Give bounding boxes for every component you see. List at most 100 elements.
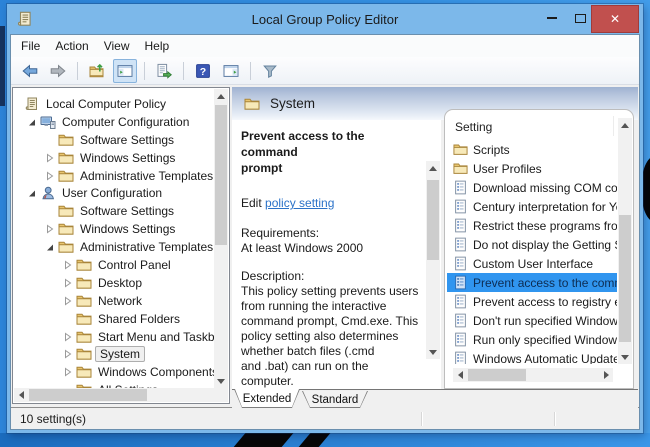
action-pane-icon [223, 63, 239, 79]
minimize-button[interactable] [541, 4, 563, 32]
tree-item-windows-settings[interactable]: Windows Settings [14, 149, 214, 167]
scroll-down-button[interactable] [618, 350, 632, 364]
list-item-user-profiles[interactable]: User Profiles [447, 159, 617, 178]
list-item-restrict-these-programs[interactable]: Restrict these programs from being launc… [447, 216, 617, 235]
show-action-pane-button[interactable] [219, 59, 243, 83]
user-icon [40, 185, 56, 201]
expander-collapsed-icon[interactable] [60, 332, 76, 342]
scroll-right-button[interactable] [599, 368, 613, 382]
menu-view[interactable]: View [104, 39, 130, 53]
scrollbar-thumb[interactable] [468, 369, 526, 381]
scrollbar-thumb[interactable] [215, 105, 227, 245]
tree-item-software-settings[interactable]: Software Settings [14, 202, 214, 220]
list-item-century-interpretation[interactable]: Century interpretation for Year 2000 [447, 197, 617, 216]
list-item-dont-run-specified[interactable]: Don't run specified Windows applications [447, 311, 617, 330]
scroll-down-button[interactable] [214, 374, 228, 388]
list-item-windows-automatic-updates[interactable]: Windows Automatic Updates [447, 349, 617, 364]
arrow-down-icon [217, 378, 225, 384]
maximize-button[interactable] [569, 4, 591, 32]
folder-icon [58, 203, 74, 219]
extended-description-pane: Prevent access to the command prompt Edi… [232, 120, 426, 389]
menu-help[interactable]: Help [145, 39, 170, 53]
filter-button[interactable] [258, 59, 282, 83]
scroll-down-button[interactable] [426, 345, 440, 359]
tree-item-windows-components[interactable]: Windows Components [14, 363, 214, 381]
list-item-label: Run only specified Windows applications [473, 332, 617, 347]
list-item-download-missing-com[interactable]: Download missing COM components [447, 178, 617, 197]
list-item-custom-user-interface[interactable]: Custom User Interface [447, 254, 617, 273]
menu-file[interactable]: File [21, 39, 40, 53]
description-label: Description: [241, 269, 305, 283]
list-item-do-not-display-getting-started[interactable]: Do not display the Getting Started welco… [447, 235, 617, 254]
list-vertical-scrollbar[interactable] [618, 118, 632, 364]
desktop-shape [0, 26, 5, 106]
tab-extended[interactable]: Extended [234, 389, 300, 408]
tree-item-start-menu-and-taskbar[interactable]: Start Menu and Taskbar [14, 328, 214, 346]
back-button[interactable] [18, 59, 42, 83]
list-item-prevent-access-registry[interactable]: Prevent access to registry editing tools [447, 292, 617, 311]
tree-item-desktop[interactable]: Desktop [14, 274, 214, 292]
expander-collapsed-icon[interactable] [42, 153, 58, 163]
folder-icon [76, 257, 92, 273]
scroll-up-button[interactable] [214, 89, 228, 103]
list-horizontal-scrollbar[interactable] [453, 368, 613, 382]
setting-icon [453, 351, 468, 364]
tree-item-label: Desktop [98, 275, 143, 290]
expander-expanded-icon[interactable] [42, 242, 58, 252]
expander-collapsed-icon[interactable] [60, 278, 76, 288]
filter-icon [262, 63, 278, 79]
forward-button[interactable] [46, 59, 70, 83]
toolbar-separator [250, 61, 251, 80]
export-list-button[interactable] [152, 59, 176, 83]
scroll-up-button[interactable] [618, 118, 632, 132]
menu-action[interactable]: Action [55, 39, 88, 53]
tree-item-software-settings[interactable]: Software Settings [14, 131, 214, 149]
expander-collapsed-icon[interactable] [42, 171, 58, 181]
scroll-left-button[interactable] [453, 368, 467, 382]
folder-icon [58, 221, 74, 237]
expander-collapsed-icon[interactable] [42, 224, 58, 234]
tree-vertical-scrollbar[interactable] [214, 89, 228, 388]
tree-item-computer-configuration[interactable]: Computer Configuration [14, 113, 214, 131]
expander-collapsed-icon[interactable] [60, 260, 76, 270]
menu-bar: File Action View Help [11, 35, 639, 57]
title-bar[interactable]: Local Group Policy Editor ✕ [7, 4, 643, 34]
tree-item-local-computer-policy[interactable]: Local Computer Policy [14, 95, 214, 113]
scrollbar-thumb[interactable] [619, 215, 631, 342]
tree-item-control-panel[interactable]: Control Panel [14, 256, 214, 274]
column-header-setting[interactable]: Setting [455, 116, 492, 138]
tab-standard[interactable]: Standard [302, 391, 368, 408]
tree-horizontal-scrollbar[interactable] [14, 388, 228, 402]
expander-collapsed-icon[interactable] [60, 349, 76, 359]
tree-item-system[interactable]: System [14, 345, 214, 363]
close-button[interactable]: ✕ [591, 5, 639, 33]
scroll-up-button[interactable] [426, 161, 440, 175]
up-one-level-button[interactable] [85, 59, 109, 83]
expander-collapsed-icon[interactable] [60, 367, 76, 377]
tree-item-user-configuration[interactable]: User Configuration [14, 184, 214, 202]
settings-list: Scripts User Profiles Download missing C… [447, 140, 617, 364]
description-vertical-scrollbar[interactable] [426, 161, 440, 359]
tree-item-administrative-templates[interactable]: Administrative Templates [14, 167, 214, 185]
tree-item-all-settings[interactable]: All Settings [14, 381, 214, 388]
setting-icon [453, 180, 468, 195]
tree-item-windows-settings[interactable]: Windows Settings [14, 220, 214, 238]
expander-expanded-icon[interactable] [24, 117, 40, 127]
edit-policy-setting-link[interactable]: policy setting [265, 196, 334, 210]
tree-item-administrative-templates[interactable]: Administrative Templates [14, 238, 214, 256]
list-item-scripts[interactable]: Scripts [447, 140, 617, 159]
help-button[interactable] [191, 59, 215, 83]
tree-item-shared-folders[interactable]: Shared Folders [14, 310, 214, 328]
expander-expanded-icon[interactable] [24, 188, 40, 198]
scroll-left-button[interactable] [14, 388, 28, 402]
expander-collapsed-icon[interactable] [60, 296, 76, 306]
list-item-prevent-access-command-prompt-selected[interactable]: Prevent access to the command prompt [447, 273, 617, 292]
folder-icon [76, 346, 92, 362]
scrollbar-thumb[interactable] [427, 180, 439, 260]
tree-item-network[interactable]: Network [14, 292, 214, 310]
folder-icon [76, 311, 92, 327]
arrow-up-icon [429, 165, 437, 171]
scrollbar-thumb[interactable] [29, 389, 147, 401]
show-console-tree-button[interactable] [113, 58, 137, 83]
list-item-run-only-specified[interactable]: Run only specified Windows applications [447, 330, 617, 349]
